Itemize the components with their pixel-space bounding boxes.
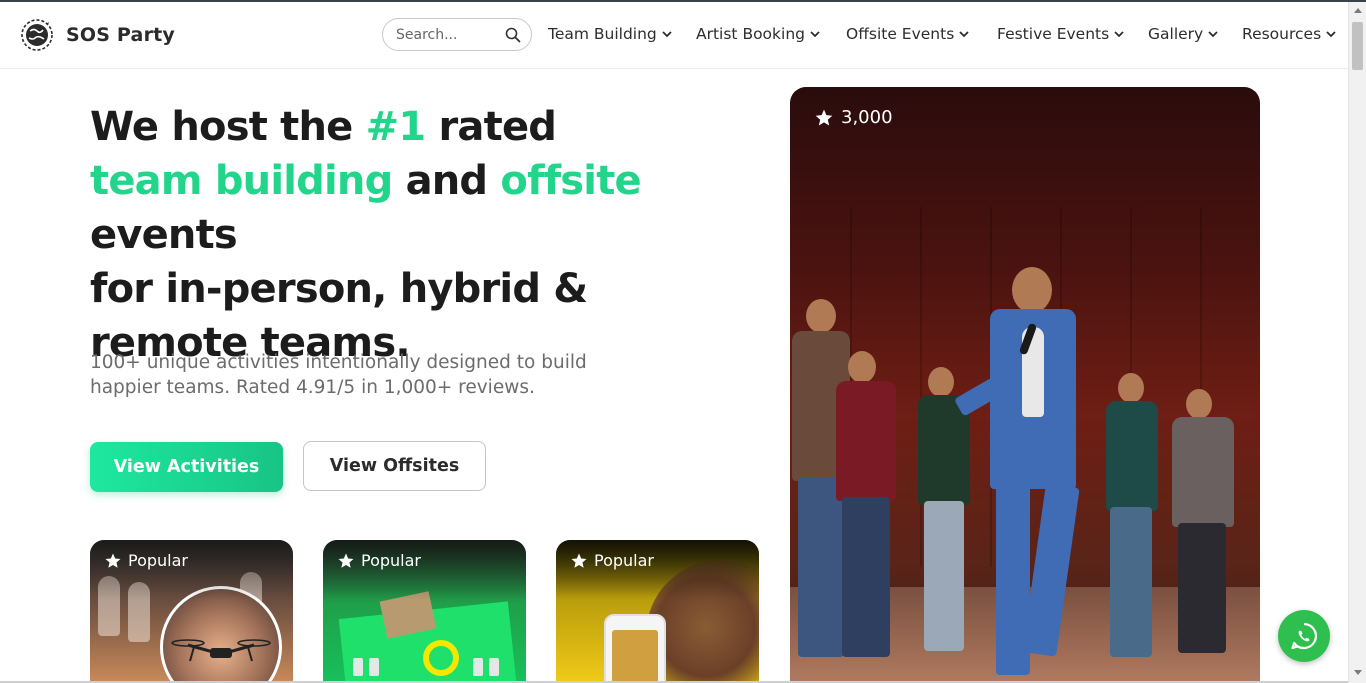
star-icon [571,553,587,568]
photo-person-body [1172,417,1234,527]
photo-rating-badge: 3,000 [814,107,893,128]
brand-logo[interactable]: SOS Party [20,18,175,52]
hero-title-text: We host the [90,104,366,150]
scroll-down-arrow-icon[interactable] [1354,670,1362,675]
nav-label: Team Building [548,25,657,43]
hero-title-highlight-rank: #1 [365,104,427,150]
nav-label: Gallery [1148,25,1204,43]
popular-badge-label: Popular [594,551,654,570]
nav-festive-events[interactable]: Festive Events [997,25,1148,43]
card-shade [323,540,526,600]
activity-card-drone[interactable]: Popular [90,540,293,683]
photo-person-body [836,381,896,501]
nav-offsite-events[interactable]: Offsite Events [846,25,997,43]
nav-label: Artist Booking [696,25,805,43]
nav-gallery[interactable]: Gallery [1148,25,1242,43]
hero-title: We host the #1 rated team building and of… [90,100,750,370]
page-scrollbar[interactable] [1348,2,1366,683]
search-box[interactable] [382,18,532,51]
activity-card-virtual[interactable]: Popular [556,540,759,683]
photo-person-head [1118,373,1144,403]
star-icon [338,553,354,568]
curtain-fold [920,207,922,567]
photo-person-head [806,299,836,333]
view-activities-button[interactable]: View Activities [90,442,283,492]
whatsapp-chat-button[interactable] [1278,610,1330,662]
hero-title-text: and [392,158,501,204]
hero-subtitle: 100+ unique activities intentionally des… [90,352,587,398]
popular-badge-label: Popular [361,551,421,570]
photo-person-legs [1178,523,1226,653]
nav-resources[interactable]: Resources [1242,25,1342,43]
hero-title-text: rated [425,104,557,150]
popular-badge: Popular [104,551,188,570]
photo-rating-count: 3,000 [841,107,893,128]
chevron-down-icon [1114,30,1124,37]
card-photo-can [369,658,379,676]
popular-badge-label: Popular [128,551,188,570]
photo-person-legs [842,497,890,657]
nav-label: Festive Events [997,25,1110,43]
card-shade [556,540,759,600]
scroll-thumb[interactable] [1352,22,1363,70]
card-photo-ring [423,640,459,676]
card-shade [90,540,293,600]
site-header: SOS Party Team Building Artist Booking O… [0,2,1348,69]
hero-photo-event[interactable]: 3,000 [790,87,1260,683]
photo-person-legs [1110,507,1152,657]
photo-performer-head [1012,267,1052,313]
whatsapp-icon [1291,622,1317,650]
card-photo-phone [604,614,666,683]
chevron-down-icon [810,30,820,37]
photo-person-head [928,367,954,397]
chevron-down-icon [662,30,672,37]
chevron-down-icon [959,30,969,37]
chevron-down-icon [1326,30,1336,37]
globe-icon [21,19,53,51]
view-offsites-button[interactable]: View Offsites [303,441,486,491]
card-photo-phone-screen [612,630,658,683]
popular-badge: Popular [337,551,421,570]
nav-label: Resources [1242,25,1322,43]
main-nav: Team Building Artist Booking Offsite Eve… [548,25,1342,43]
chevron-down-icon [1208,30,1218,37]
photo-person-head [1186,389,1212,419]
drone-icon [171,639,271,662]
card-photo-can [489,658,499,676]
nav-team-building[interactable]: Team Building [548,25,696,43]
activity-card-craft[interactable]: Popular [323,540,526,683]
card-photo-can [353,658,363,676]
search-input[interactable] [396,26,500,43]
nav-artist-booking[interactable]: Artist Booking [696,25,846,43]
hero-title-text: events [90,212,238,258]
scroll-up-arrow-icon[interactable] [1354,8,1362,13]
photo-person-legs [798,477,844,657]
photo-person-legs [924,501,964,651]
star-icon [105,553,121,568]
star-icon [815,109,833,125]
brand-name: SOS Party [66,24,176,46]
hero-title-highlight-team-building: team building [90,158,393,204]
search-icon[interactable] [505,27,521,43]
nav-label: Offsite Events [846,25,955,43]
card-photo-can [473,658,483,676]
photo-person-head [848,351,876,383]
popular-badge: Popular [570,551,654,570]
photo-person-body [1106,401,1158,511]
hero-title-highlight-offsite: offsite [500,158,641,204]
